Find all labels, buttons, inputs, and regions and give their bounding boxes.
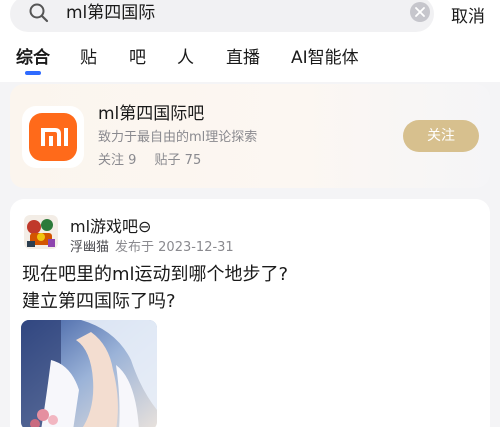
post-forum-name[interactable]: ml游戏吧⊖ [70,217,151,237]
forum-logo [22,106,84,168]
search-field[interactable]: ml第四国际 [10,0,434,32]
post-forum-label: ml游戏吧 [70,217,139,236]
forum-card[interactable]: ml第四国际吧 致力于最自由的ml理论探索 关注 9 贴子 75 关注 [10,84,490,188]
post-card[interactable]: ml游戏吧⊖ 浮幽猫 发布于 2023-12-31 现在吧里的ml运动到哪个地步了… [10,199,490,427]
follow-button[interactable]: 关注 [403,120,479,152]
tab-all[interactable]: 综合 [16,46,50,70]
tab-forums[interactable]: 吧 [129,46,146,70]
post-date: 发布于 2023-12-31 [115,240,234,255]
post-author[interactable]: 浮幽猫 [70,240,109,255]
forum-post-count: 贴子 75 [154,153,202,168]
tab-posts[interactable]: 贴 [80,46,97,70]
post-title-line: 现在吧里的ml运动到哪个地步了? [22,264,289,285]
post-image[interactable] [21,320,157,427]
forum-badge-icon: ⊖ [138,217,152,236]
xiaomi-mi-logo-icon [29,113,77,161]
forum-description: 致力于最自由的ml理论探索 [98,130,258,145]
clear-icon[interactable] [410,2,430,22]
post-meta: 浮幽猫 发布于 2023-12-31 [70,239,234,257]
forum-avatar[interactable] [24,215,58,249]
forum-name[interactable]: ml第四国际吧 [98,102,204,126]
post-title-line: 建立第四国际了吗? [22,291,176,312]
cancel-button[interactable]: 取消 [451,6,485,28]
active-tab-indicator [25,71,41,75]
tab-ai-agent[interactable]: AI智能体 [291,46,359,70]
post-title[interactable]: 现在吧里的ml运动到哪个地步了? 建立第四国际了吗? [22,261,482,315]
tab-live[interactable]: 直播 [226,46,260,70]
search-icon [28,2,50,24]
forum-followers: 关注 9 [98,153,137,168]
search-input[interactable]: ml第四国际 [66,2,155,24]
forum-stats: 关注 9 贴子 75 [98,152,215,170]
search-tabs: 综合 贴 吧 人 直播 AI智能体 [0,36,500,82]
tab-users[interactable]: 人 [177,46,194,70]
search-bar: ml第四国际 取消 [0,0,500,36]
